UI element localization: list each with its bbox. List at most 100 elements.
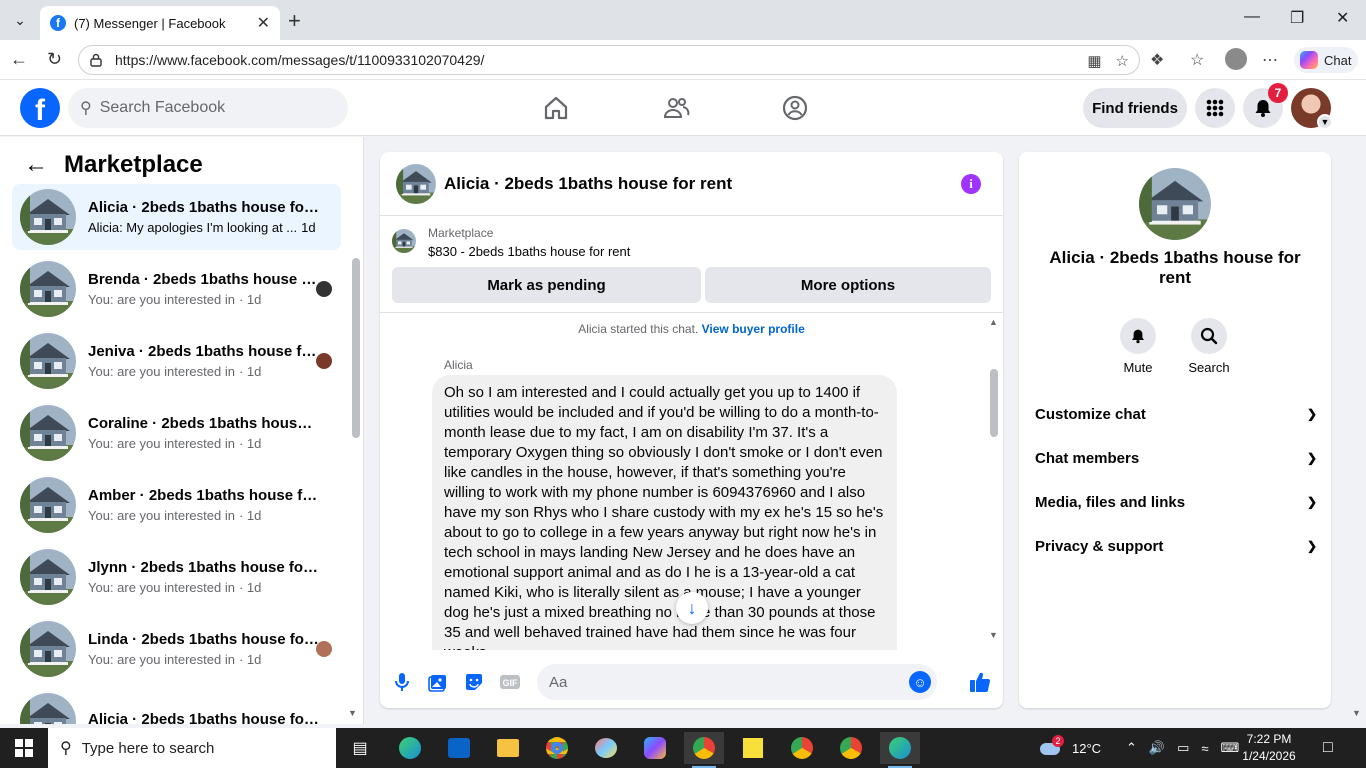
search-in-conversation-button[interactable]: Search [1179, 318, 1239, 375]
gif-icon[interactable]: GIF [498, 670, 522, 694]
groups-icon[interactable] [781, 94, 809, 122]
mute-button[interactable]: Mute [1108, 318, 1168, 375]
back-arrow-icon[interactable]: ← [10, 49, 28, 70]
mark-as-pending-button[interactable]: Mark as pending [392, 267, 701, 303]
url-text: https://www.facebook.com/messages/t/1100… [115, 52, 485, 68]
message-scrollbar[interactable]: ▲ ▼ [988, 317, 1000, 642]
chat-title[interactable]: Alicia · 2beds 1baths house for rent [444, 174, 732, 194]
thumbs-up-icon[interactable] [968, 670, 992, 694]
file-explorer-icon[interactable] [488, 732, 528, 764]
extensions-icon[interactable]: ❖ [1150, 50, 1164, 70]
windows-start-icon[interactable] [0, 728, 48, 768]
tab-list-chevron-icon[interactable]: ⌄ [6, 6, 34, 34]
chrome-profile-icon[interactable] [831, 732, 871, 764]
scroll-down-arrow-icon[interactable]: ▼ [989, 630, 998, 640]
volume-icon[interactable]: 🔊 [1149, 740, 1165, 756]
restore-window-icon[interactable]: ❐ [1290, 8, 1304, 28]
emoji-icon[interactable]: ☺ [909, 671, 931, 693]
reload-icon[interactable]: ↻ [47, 49, 62, 70]
chevron-down-icon[interactable]: ▼ [1317, 114, 1333, 130]
chrome-profile-icon[interactable] [684, 732, 724, 768]
minimize-icon[interactable]: — [1244, 8, 1260, 26]
friends-icon[interactable] [662, 94, 690, 122]
scroll-to-bottom-arrow-icon[interactable]: ↓ [676, 592, 708, 624]
facebook-logo[interactable]: f [20, 88, 60, 128]
media-files-links-section[interactable]: Media, files and links ❯ [1035, 484, 1317, 520]
chrome-icon[interactable] [537, 732, 577, 764]
chevron-up-icon[interactable]: ⌃ [1126, 740, 1137, 756]
more-options-button[interactable]: More options [705, 267, 991, 303]
conversation-item[interactable]: Alicia · 2beds 1baths house for rent [12, 688, 341, 724]
browser-profile-avatar[interactable] [1225, 48, 1247, 70]
section-label: Privacy & support [1035, 537, 1164, 555]
outlook-icon[interactable] [439, 732, 479, 764]
system-clock[interactable]: 7:22 PM 1/24/2026 [1234, 731, 1304, 765]
info-icon[interactable]: i [961, 174, 981, 194]
home-icon[interactable] [542, 94, 570, 122]
conversation-item[interactable]: Amber · 2beds 1baths house for rent You:… [12, 472, 341, 538]
listing-summary[interactable]: Marketplace $830 - 2beds 1baths house fo… [392, 226, 630, 259]
sticky-notes-icon[interactable] [733, 732, 773, 764]
weather-widget[interactable]: 2 12°C [1040, 728, 1101, 768]
app-available-icon[interactable]: ▦ [1087, 52, 1101, 70]
scroll-up-arrow-icon[interactable]: ▲ [989, 317, 998, 327]
conversation-item[interactable]: Linda · 2beds 1baths house for rent You:… [12, 616, 341, 682]
conversation-preview: You: are you interested in · 1d [88, 580, 262, 595]
conversation-item[interactable]: Jlynn · 2beds 1baths house for rent You:… [12, 544, 341, 610]
favorite-star-icon[interactable]: ☆ [1116, 52, 1129, 70]
section-label: Chat members [1035, 449, 1140, 467]
message-input[interactable]: Aa ☺ [537, 664, 937, 700]
favorites-icon[interactable]: ☆ [1190, 50, 1204, 70]
taskbar-search-box[interactable]: ⚲ Type here to search [48, 728, 336, 768]
svg-text:GIF: GIF [503, 678, 519, 688]
more-menu-icon[interactable]: ⋯ [1262, 50, 1278, 70]
wifi-icon[interactable]: ≈ [1201, 741, 1208, 756]
panel-title: Marketplace [64, 151, 203, 178]
battery-icon[interactable]: ▭ [1177, 740, 1189, 756]
copilot-chat-button[interactable]: Chat [1294, 47, 1358, 73]
photo-icon[interactable] [426, 670, 450, 694]
sticker-icon[interactable] [462, 670, 486, 694]
chrome-profile-icon[interactable] [782, 732, 822, 764]
customize-chat-section[interactable]: Customize chat ❯ [1035, 396, 1317, 432]
listing-thumbnail[interactable] [396, 164, 436, 204]
url-field[interactable]: https://www.facebook.com/messages/t/1100… [78, 45, 1140, 75]
conversation-name: Jeniva · 2beds 1baths house for rent [88, 343, 320, 360]
section-label: Media, files and links [1035, 493, 1186, 511]
find-friends-button[interactable]: Find friends [1083, 88, 1187, 128]
chat-members-section[interactable]: Chat members ❯ [1035, 440, 1317, 476]
task-view-icon[interactable]: ▤ [340, 732, 380, 764]
back-arrow-icon[interactable]: ← [24, 151, 48, 179]
copilot-app-icon[interactable] [635, 732, 675, 764]
privacy-support-section[interactable]: Privacy & support ❯ [1035, 528, 1317, 564]
edge-browser-icon[interactable] [880, 732, 920, 768]
conversation-item[interactable]: Jeniva · 2beds 1baths house for rent You… [12, 328, 341, 394]
browser-tab-messenger[interactable]: f (7) Messenger | Facebook ✕ [40, 6, 280, 40]
microphone-icon[interactable] [390, 670, 414, 694]
chat-panel: Alicia · 2beds 1baths house for rent i M… [380, 152, 1003, 708]
listing-thumbnail [20, 405, 76, 461]
list-scroll-down-arrow-icon[interactable]: ▼ [348, 708, 357, 718]
conversation-item[interactable]: Alicia · 2beds 1baths house for rent Ali… [12, 184, 341, 250]
close-window-icon[interactable]: ✕ [1336, 8, 1349, 28]
conversation-item[interactable]: Brenda · 2beds 1baths house for rent You… [12, 256, 341, 322]
notifications-center-icon[interactable]: □ [1323, 728, 1333, 768]
page-scroll-down-arrow-icon[interactable]: ▼ [1352, 708, 1361, 718]
system-tray: ⌃ 🔊 ▭ ≈ ⌨ [1126, 728, 1239, 768]
tab-close-icon[interactable]: ✕ [257, 13, 270, 33]
edge-browser-icon[interactable] [390, 732, 430, 764]
temperature: 12°C [1072, 740, 1102, 756]
conversation-list-scrollbar[interactable] [352, 258, 360, 438]
menu-grid-button[interactable] [1195, 88, 1235, 128]
paint-icon[interactable] [586, 732, 626, 764]
conversation-name: Brenda · 2beds 1baths house for rent [88, 271, 320, 288]
listing-thumbnail [20, 693, 76, 724]
new-tab-plus-icon[interactable]: + [288, 8, 301, 34]
chevron-down-icon: ❯ [1306, 451, 1317, 465]
scrollbar-thumb[interactable] [990, 369, 998, 437]
search-facebook-input[interactable]: ⚲ Search Facebook [68, 88, 348, 128]
listing-thumbnail [20, 333, 76, 389]
conversation-item[interactable]: Coraline · 2beds 1baths house for rent Y… [12, 400, 341, 466]
site-info-icon[interactable] [89, 53, 103, 67]
view-buyer-profile-link[interactable]: View buyer profile [702, 322, 805, 336]
